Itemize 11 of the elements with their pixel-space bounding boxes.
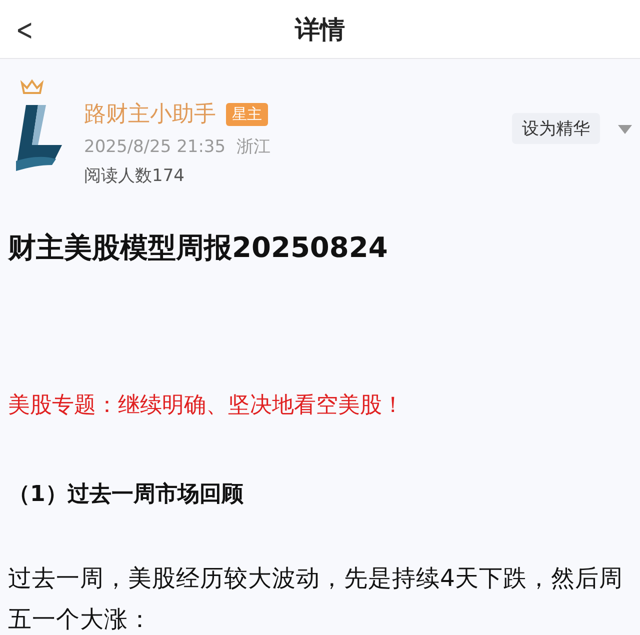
paragraph-text: 过去一周，美股经历较大波动，先是持续4天下跌，然后周五一个大涨： [7,563,624,635]
dropdown-icon[interactable] [618,125,632,135]
owner-badge: 星主 [226,102,268,126]
section-heading: （1）过去一周市场回顾 [7,480,244,508]
feature-button[interactable]: 设为精华 [512,113,600,144]
highlight-text: 美股专题：继续明确、坚决地看空美股！ [7,392,405,420]
back-button[interactable]: < [10,10,39,52]
post-time: 2025/8/25 21:35 浙江 [84,136,272,158]
read-count: 阅读人数174 [84,165,186,187]
page-title: 详情 [295,14,345,46]
post-title: 财主美股模型周报20250824 [6,230,389,266]
